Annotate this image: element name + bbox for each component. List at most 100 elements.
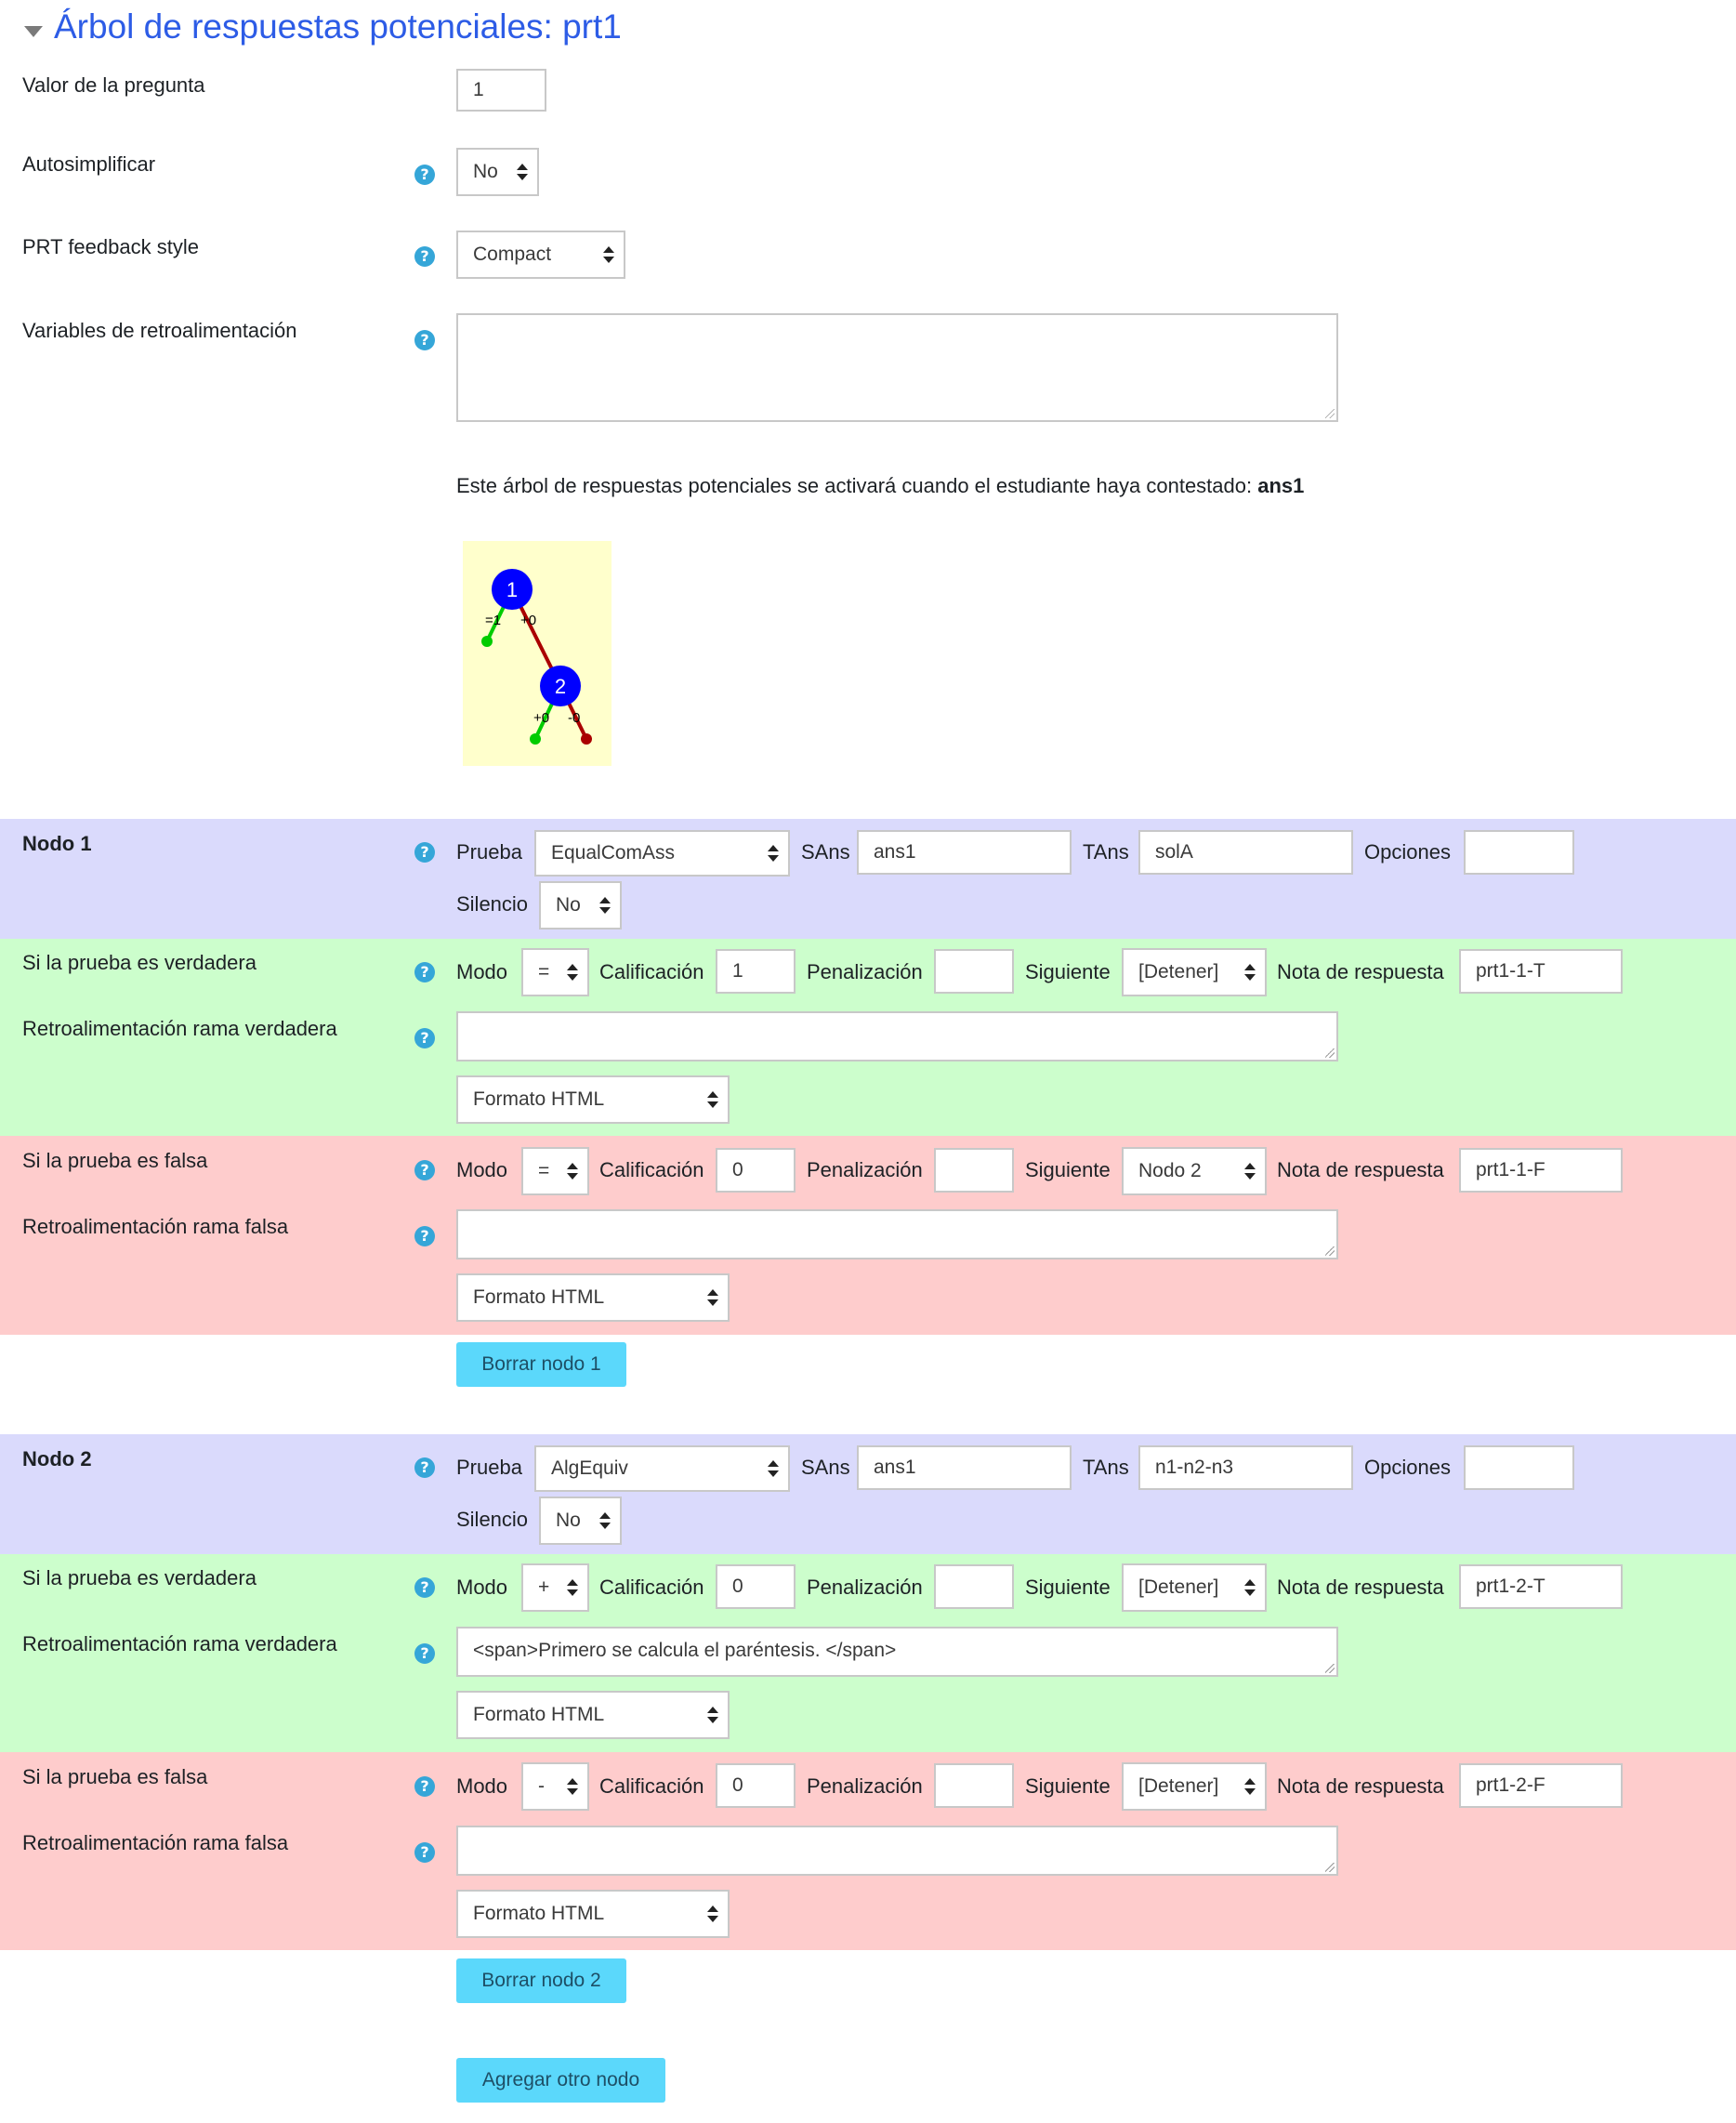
select-arrows-icon <box>768 845 779 862</box>
help-icon[interactable]: ? <box>414 1457 435 1478</box>
node2-quiet-select[interactable]: No <box>539 1497 622 1545</box>
select-arrows-icon <box>567 1579 578 1596</box>
tree-label-n2-true: +0 <box>533 710 549 726</box>
node2-false-score-input[interactable]: 0 <box>716 1763 796 1808</box>
autosimplify-select[interactable]: No <box>456 148 539 196</box>
select-arrows-icon <box>707 1289 718 1306</box>
node1-test-select[interactable]: EqualComAss <box>534 830 790 877</box>
resize-grip-icon[interactable] <box>1325 1664 1335 1673</box>
node1-true-format-select[interactable]: Formato HTML <box>456 1075 730 1124</box>
node1-sans-input[interactable]: ans1 <box>857 830 1072 875</box>
node1-tans-input[interactable]: solA <box>1138 830 1353 875</box>
next-label: Siguiente <box>1025 960 1111 983</box>
score-label: Calificación <box>599 1576 704 1599</box>
node2-false-note-input[interactable]: prt1-2-F <box>1459 1763 1623 1808</box>
node2-false-mode-select[interactable]: - <box>521 1762 589 1811</box>
node1-true-end <box>481 636 493 647</box>
help-icon[interactable]: ? <box>414 1160 435 1180</box>
select-arrows-icon <box>567 1163 578 1180</box>
penalty-label: Penalización <box>807 960 923 983</box>
node2-true-penalty-input[interactable] <box>934 1564 1014 1609</box>
help-icon[interactable]: ? <box>414 246 435 267</box>
node2-true-next-select[interactable]: [Detener] <box>1122 1563 1267 1612</box>
help-icon[interactable]: ? <box>414 1577 435 1598</box>
node2-true-score-input[interactable]: 0 <box>716 1564 796 1609</box>
node1-true-score-input[interactable]: 1 <box>716 949 796 994</box>
node1-true-feedback-textarea[interactable] <box>456 1011 1338 1062</box>
node1-false-note-input[interactable]: prt1-1-F <box>1459 1148 1623 1193</box>
select-arrows-icon <box>1244 1163 1256 1180</box>
question-value-input[interactable]: 1 <box>456 69 546 112</box>
node2-false-feedback-textarea[interactable] <box>456 1826 1338 1876</box>
node1-true-penalty-input[interactable] <box>934 949 1014 994</box>
feedback-style-select[interactable]: Compact <box>456 231 625 279</box>
section-title[interactable]: Árbol de respuestas potenciales: prt1 <box>54 7 622 46</box>
help-icon[interactable]: ? <box>414 1643 435 1664</box>
node2-true-note-input[interactable]: prt1-2-T <box>1459 1564 1623 1609</box>
answer-note-label: Nota de respuesta <box>1277 1576 1444 1599</box>
help-icon[interactable]: ? <box>414 1028 435 1048</box>
prt-tree-graph: 1 2 =1 +0 +0 -0 <box>463 541 612 766</box>
node2-true-end <box>530 733 541 745</box>
feedback-variables-textarea[interactable] <box>456 313 1338 422</box>
node1-true-next-select[interactable]: [Detener] <box>1122 948 1267 996</box>
sans-label: SAns <box>801 840 850 864</box>
delete-node2-button[interactable]: Borrar nodo 2 <box>456 1958 626 2003</box>
select-arrows-icon <box>1244 1579 1256 1596</box>
node1-false-next-select[interactable]: Nodo 2 <box>1122 1147 1267 1195</box>
node2-true-mode-select[interactable]: + <box>521 1563 589 1612</box>
resize-grip-icon[interactable] <box>1325 1863 1335 1872</box>
help-icon[interactable]: ? <box>414 330 435 350</box>
penalty-label: Penalización <box>807 1774 923 1798</box>
node1-true-mode-select[interactable]: = <box>521 948 589 996</box>
resize-grip-icon[interactable] <box>1325 1246 1335 1256</box>
node2-sans-input[interactable]: ans1 <box>857 1445 1072 1490</box>
resize-grip-icon[interactable] <box>1325 1048 1335 1058</box>
node1-false-mode-select[interactable]: = <box>521 1147 589 1195</box>
next-label: Siguiente <box>1025 1774 1111 1798</box>
node2-false-next-select[interactable]: [Detener] <box>1122 1762 1267 1811</box>
node2-false-format-select[interactable]: Formato HTML <box>456 1890 730 1938</box>
node1-quiet-select[interactable]: No <box>539 881 622 930</box>
help-icon[interactable]: ? <box>414 1226 435 1246</box>
activation-answer: ans1 <box>1257 474 1305 497</box>
node1-options-input[interactable] <box>1464 830 1574 875</box>
node2-true-feedback-textarea[interactable]: <span>Primero se calcula el paréntesis. … <box>456 1627 1338 1677</box>
select-arrows-icon <box>567 964 578 981</box>
help-icon[interactable]: ? <box>414 1776 435 1797</box>
add-node-button[interactable]: Agregar otro nodo <box>456 2058 665 2103</box>
delete-node1-button[interactable]: Borrar nodo 1 <box>456 1342 626 1387</box>
select-arrows-icon <box>707 1091 718 1108</box>
resize-grip-icon[interactable] <box>1325 409 1335 418</box>
feedback-true-label: Retroalimentación rama verdadera <box>22 1017 337 1040</box>
node1-false-format-select[interactable]: Formato HTML <box>456 1273 730 1322</box>
mode-label: Modo <box>456 1158 508 1181</box>
help-icon[interactable]: ? <box>414 1842 435 1863</box>
help-icon[interactable]: ? <box>414 962 435 982</box>
node1-true-note-input[interactable]: prt1-1-T <box>1459 949 1623 994</box>
score-label: Calificación <box>599 960 704 983</box>
node2-options-input[interactable] <box>1464 1445 1574 1490</box>
collapse-caret-icon[interactable] <box>24 26 43 37</box>
select-arrows-icon <box>567 1778 578 1795</box>
node1-false-score-input[interactable]: 0 <box>716 1148 796 1193</box>
help-icon[interactable]: ? <box>414 842 435 863</box>
mode-label: Modo <box>456 1774 508 1798</box>
select-arrows-icon <box>707 1707 718 1723</box>
if-true-label: Si la prueba es verdadera <box>22 951 256 974</box>
penalty-label: Penalización <box>807 1576 923 1599</box>
help-icon[interactable]: ? <box>414 165 435 185</box>
node2-true-format-select[interactable]: Formato HTML <box>456 1691 730 1739</box>
feedback-variables-label: Variables de retroalimentación <box>22 319 297 342</box>
tans-label: TAns <box>1083 1456 1129 1479</box>
node2-tans-input[interactable]: n1-n2-n3 <box>1138 1445 1353 1490</box>
test-label: Prueba <box>456 840 522 864</box>
node1-false-penalty-input[interactable] <box>934 1148 1014 1193</box>
node2-false-penalty-input[interactable] <box>934 1763 1014 1808</box>
select-arrows-icon <box>707 1905 718 1922</box>
tree-label-n1-false: +0 <box>520 613 536 628</box>
next-label: Siguiente <box>1025 1158 1111 1181</box>
node1-false-feedback-textarea[interactable] <box>456 1209 1338 1259</box>
node2-title: Nodo 2 <box>22 1447 92 1470</box>
node2-test-select[interactable]: AlgEquiv <box>534 1445 790 1492</box>
